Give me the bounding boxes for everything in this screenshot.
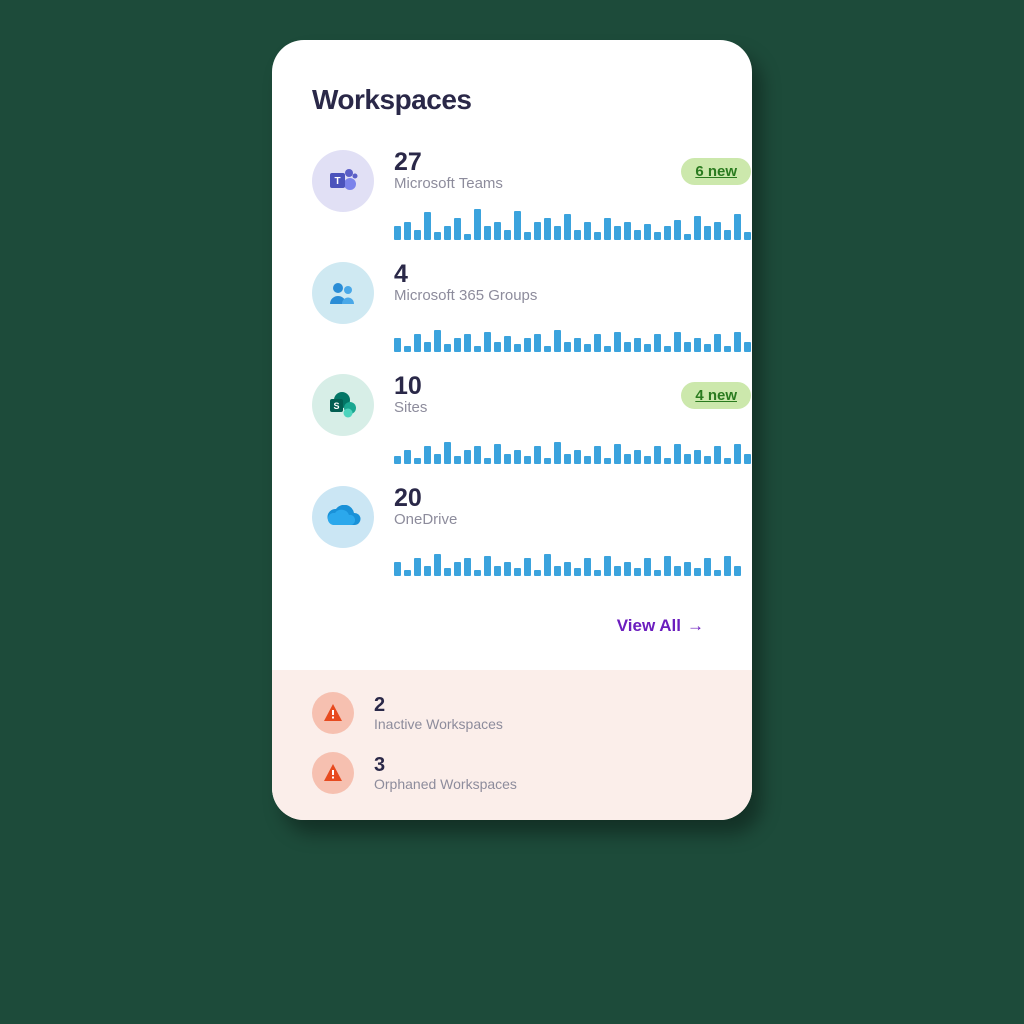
workspace-head: 4Microsoft 365 Groups <box>394 262 751 304</box>
workspace-item[interactable]: S10Sites4 new <box>312 374 712 464</box>
workspace-item[interactable]: 20OneDrive <box>312 486 712 576</box>
workspace-head: 20OneDrive <box>394 486 741 528</box>
new-badge[interactable]: 4 new <box>681 382 751 409</box>
workspace-head: 27Microsoft Teams 6 new <box>394 150 751 192</box>
workspace-list: T27Microsoft Teams6 new4Microsoft 365 Gr… <box>312 150 712 576</box>
page-title: Workspaces <box>312 84 712 116</box>
alert-label: Orphaned Workspaces <box>374 776 517 792</box>
workspace-count: 20 <box>394 486 457 511</box>
workspace-item[interactable]: 4Microsoft 365 Groups <box>312 262 712 352</box>
alert-label: Inactive Workspaces <box>374 716 503 732</box>
groups-icon <box>312 262 374 324</box>
workspace-body: 27Microsoft Teams 6 new <box>394 150 751 240</box>
workspace-label: Microsoft 365 Groups <box>394 287 537 304</box>
svg-text:S: S <box>333 401 339 411</box>
view-all-label: View All <box>617 616 681 636</box>
alerts-section: 2Inactive Workspaces 3Orphaned Workspaces <box>272 670 752 820</box>
workspace-count: 27 <box>394 150 503 175</box>
workspace-body: 20OneDrive <box>394 486 741 576</box>
workspace-item[interactable]: T27Microsoft Teams6 new <box>312 150 712 240</box>
alert-count: 3 <box>374 755 517 775</box>
sparkline <box>394 542 741 576</box>
sparkline <box>394 430 751 464</box>
workspace-label: Microsoft Teams <box>394 175 503 192</box>
onedrive-icon <box>312 486 374 548</box>
teams-icon: T <box>312 150 374 212</box>
card-body: Workspaces T 27Microsoft Teams 6 new 4Micro… <box>272 40 752 670</box>
workspace-head: 10Sites 4 new <box>394 374 751 416</box>
workspace-label: OneDrive <box>394 511 457 528</box>
sharepoint-icon: S <box>312 374 374 436</box>
workspace-count: 10 <box>394 374 427 399</box>
warning-icon <box>312 752 354 794</box>
workspace-body: 10Sites 4 new <box>394 374 751 464</box>
workspace-count: 4 <box>394 262 537 287</box>
workspace-body: 4Microsoft 365 Groups <box>394 262 751 352</box>
alert-count: 2 <box>374 695 503 715</box>
alert-row[interactable]: 3Orphaned Workspaces <box>312 752 712 794</box>
alert-row[interactable]: 2Inactive Workspaces <box>312 692 712 734</box>
arrow-right-icon: → <box>687 616 704 636</box>
view-all-link[interactable]: View All → <box>312 598 712 662</box>
workspace-label: Sites <box>394 399 427 416</box>
workspaces-card: Workspaces T 27Microsoft Teams 6 new 4Micro… <box>272 40 752 820</box>
svg-text:T: T <box>334 176 340 187</box>
sparkline <box>394 318 751 352</box>
warning-icon <box>312 692 354 734</box>
sparkline <box>394 206 751 240</box>
new-badge[interactable]: 6 new <box>681 158 751 185</box>
